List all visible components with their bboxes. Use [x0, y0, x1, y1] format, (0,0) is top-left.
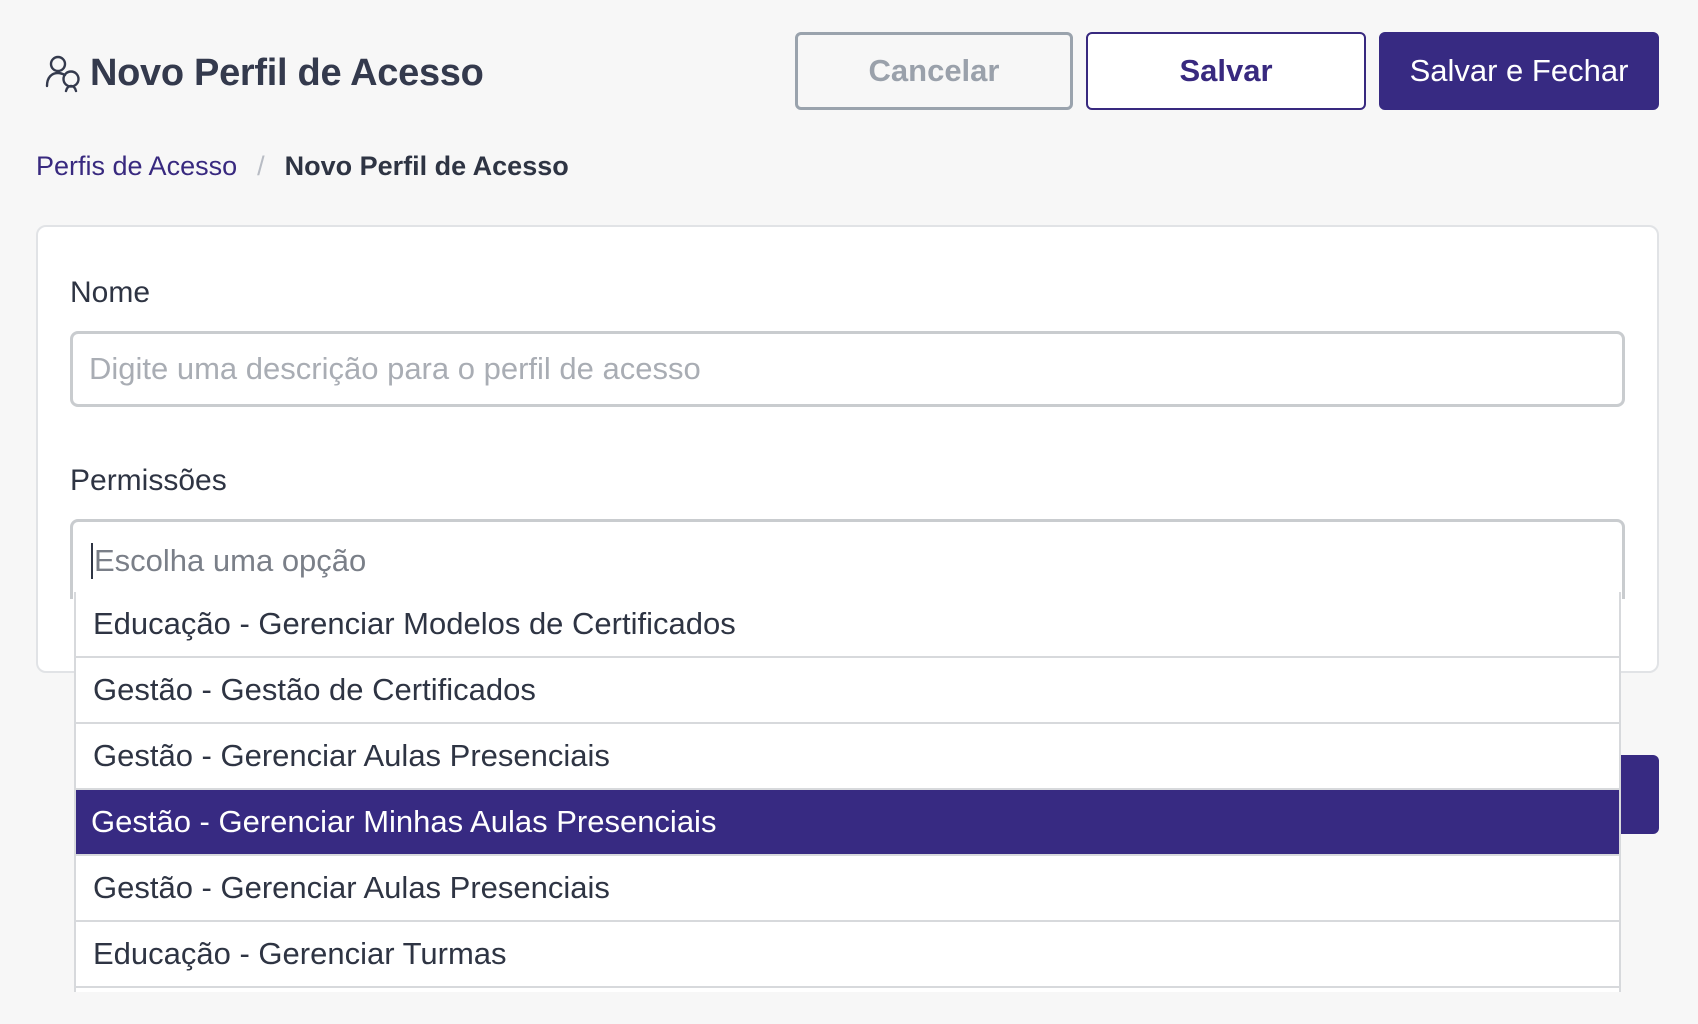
dropdown-option-highlighted[interactable]: Gestão - Gerenciar Minhas Aulas Presenci…: [76, 790, 1619, 856]
name-input[interactable]: [70, 331, 1625, 407]
permissions-dropdown[interactable]: Educação - Gerenciar Modelos de Certific…: [74, 592, 1621, 992]
dropdown-option[interactable]: Educação - Gerenciar Turmas: [76, 922, 1619, 988]
users-icon: [42, 51, 86, 95]
dropdown-option[interactable]: Gestão - Gerenciar Aulas Presenciais: [76, 724, 1619, 790]
permissions-label: Permissões: [70, 464, 227, 497]
save-button[interactable]: Salvar: [1086, 32, 1366, 110]
breadcrumb: Perfis de Acesso / Novo Perfil de Acesso: [36, 148, 569, 184]
text-cursor: [91, 542, 93, 579]
breadcrumb-link-access-profiles[interactable]: Perfis de Acesso: [36, 151, 237, 182]
cancel-button[interactable]: Cancelar: [795, 32, 1073, 110]
permissions-select[interactable]: Escolha uma opção: [70, 519, 1625, 599]
permissions-placeholder: Escolha uma opção: [94, 542, 367, 578]
dropdown-option[interactable]: Gestão - Gestão de Certificados: [76, 658, 1619, 724]
breadcrumb-separator: /: [257, 150, 265, 181]
dropdown-option-partial[interactable]: [76, 988, 1619, 992]
page-header: Novo Perfil de Acesso: [42, 44, 484, 102]
name-label: Nome: [70, 276, 151, 309]
breadcrumb-current: Novo Perfil de Acesso: [284, 150, 569, 181]
dropdown-option[interactable]: Educação - Gerenciar Modelos de Certific…: [76, 592, 1619, 658]
save-and-close-button[interactable]: Salvar e Fechar: [1379, 32, 1659, 110]
page-title: Novo Perfil de Acesso: [90, 51, 484, 94]
dropdown-option[interactable]: Gestão - Gerenciar Aulas Presenciais: [76, 856, 1619, 922]
